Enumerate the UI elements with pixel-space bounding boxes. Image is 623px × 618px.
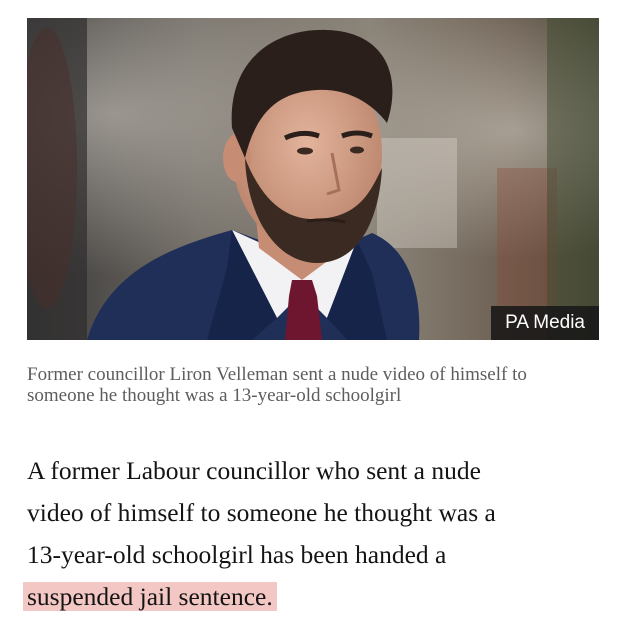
lede-line-3: 13-year-old schoolgirl has been handed a [27, 540, 447, 569]
lede-line-2: video of himself to someone he thought w… [27, 498, 496, 527]
highlighted-text: suspended jail sentence. [23, 582, 277, 611]
photo-credit: PA Media [491, 306, 599, 340]
person-portrait-image [27, 18, 599, 340]
article-photo: PA Media [27, 18, 599, 340]
lede-line-1: A former Labour councillor who sent a nu… [27, 456, 481, 485]
photo-caption: Former councillor Liron Velleman sent a … [27, 364, 527, 406]
article-lede: A former Labour councillor who sent a nu… [23, 450, 602, 618]
